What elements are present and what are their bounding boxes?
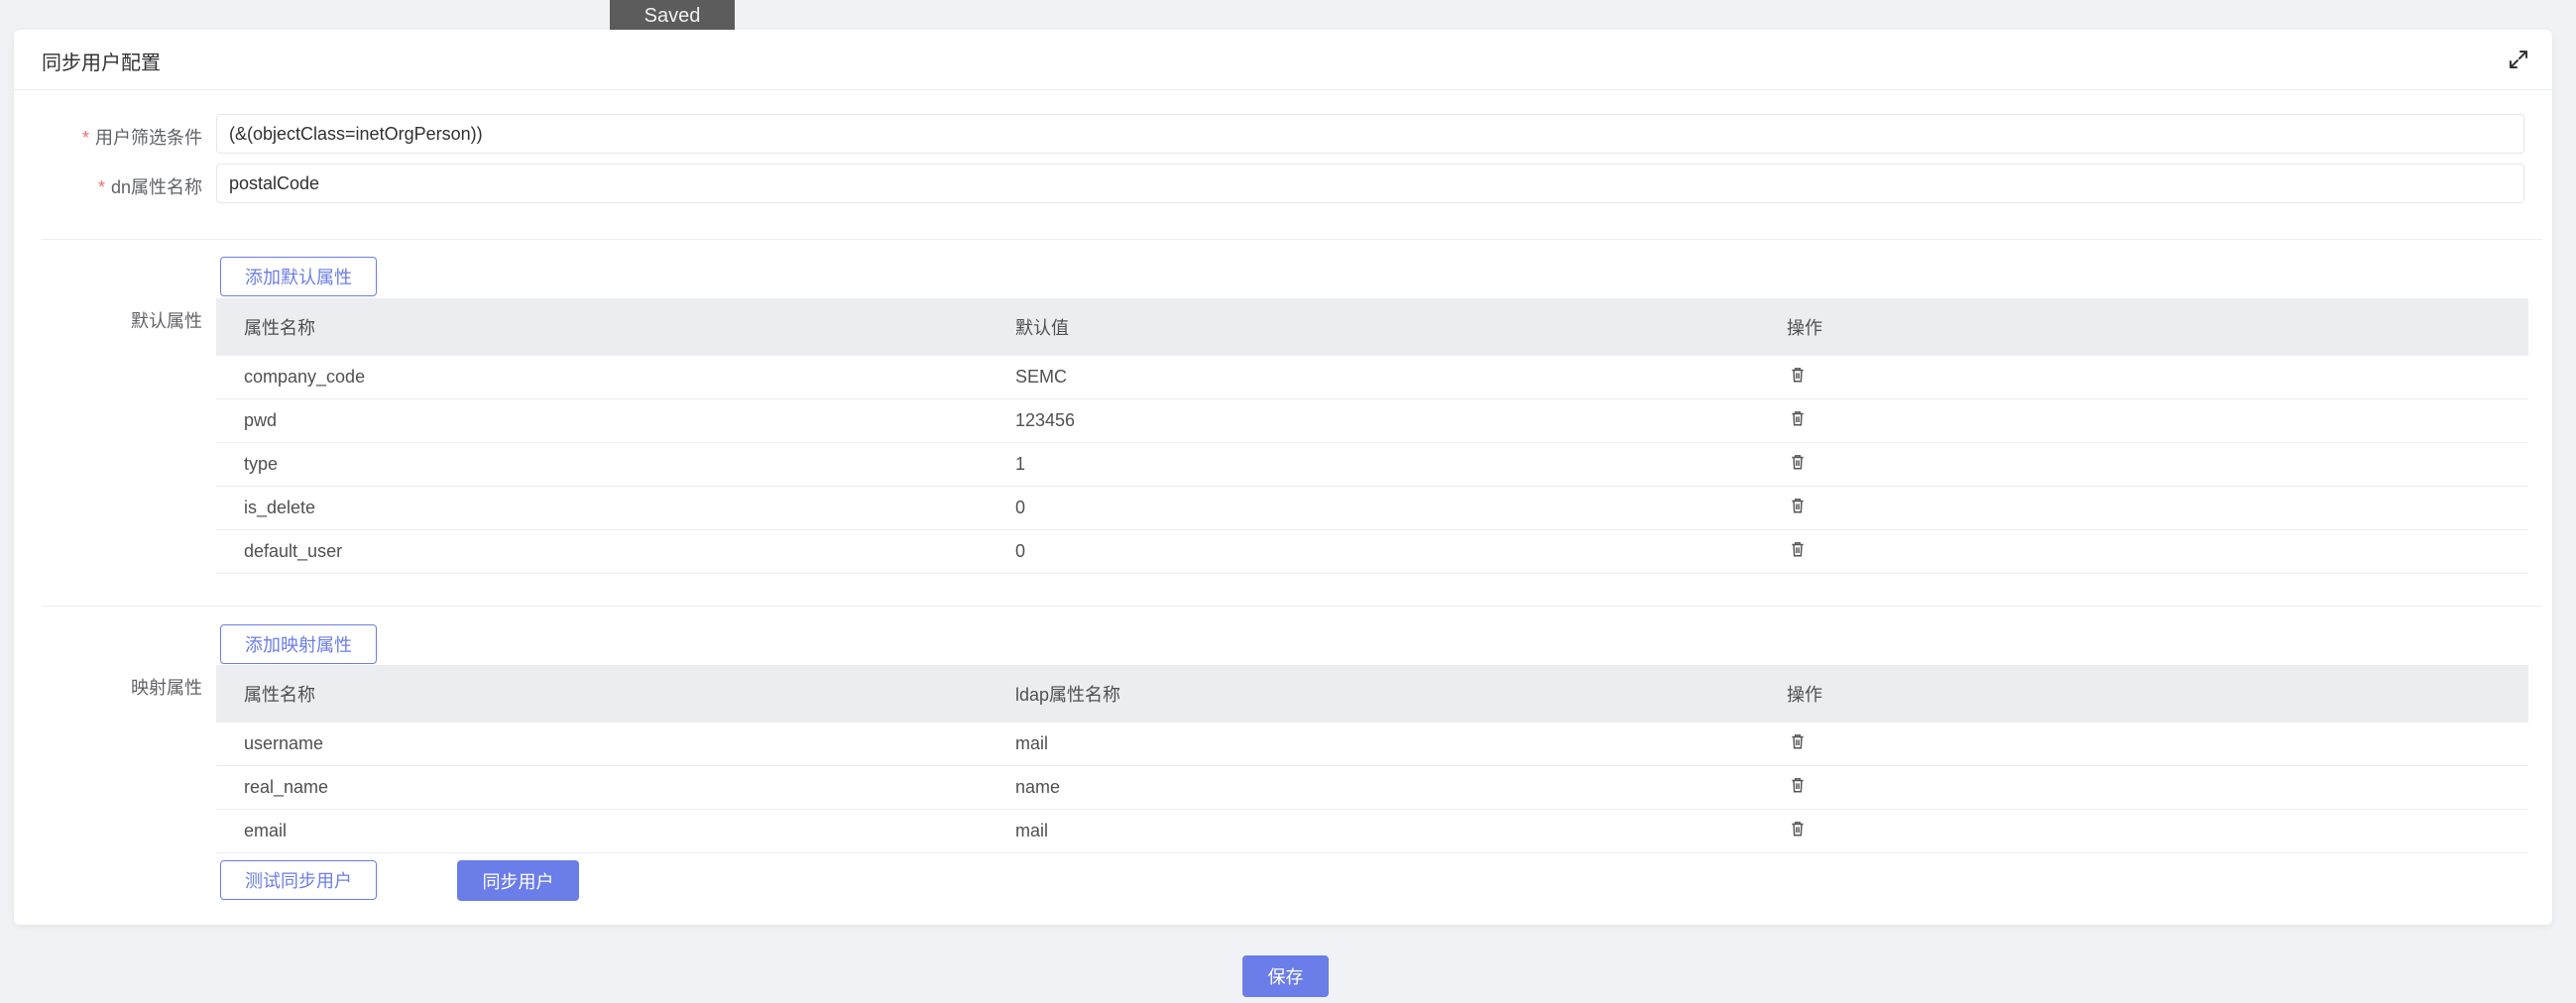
saved-toast: Saved <box>610 0 735 33</box>
cell-attr-name: is_delete <box>244 498 316 517</box>
cell-attr-name: pwd <box>244 410 278 430</box>
table-header: 属性名称 ldap属性名称 操作 <box>216 665 2528 723</box>
cell-action <box>1787 540 2481 563</box>
mapping-attrs-table: 属性名称 ldap属性名称 操作 username mail real_name… <box>216 665 2528 853</box>
cell-attr-name: email <box>244 821 288 840</box>
cell-ldap-name: mail <box>1015 733 1049 753</box>
cell-action <box>1787 409 2481 432</box>
dn-attr-label: * dn属性名称 <box>97 177 202 197</box>
cell-action <box>1787 776 2481 799</box>
section-divider <box>42 606 2542 607</box>
table-row: company_code SEMC <box>216 356 2528 399</box>
cell-action <box>1787 820 2481 842</box>
required-mark: * <box>97 177 105 197</box>
section-divider <box>42 239 2542 240</box>
trash-icon[interactable] <box>1789 453 1807 471</box>
trash-icon[interactable] <box>1789 776 1807 794</box>
sync-user-config-card: 同步用户配置 *用户筛选条件 *dn属性名称 添加默认属性 默认属性 属性名称 … <box>14 30 2552 925</box>
cell-ldap-name: mail <box>1015 821 1049 840</box>
table-row: email mail <box>216 810 2528 853</box>
filter-label: * 用户筛选条件 <box>81 128 202 148</box>
cell-attr-name: real_name <box>244 777 329 797</box>
column-header-action: 操作 <box>1787 318 1822 338</box>
default-attrs-table: 属性名称 默认值 操作 company_code SEMC pwd 123456… <box>216 298 2528 574</box>
expand-icon[interactable] <box>2507 48 2530 71</box>
filter-input[interactable] <box>216 114 2524 154</box>
trash-icon[interactable] <box>1789 732 1807 750</box>
cell-default-value: 0 <box>1015 498 1026 517</box>
card-header: 同步用户配置 <box>14 30 2552 90</box>
cell-default-value: 0 <box>1015 541 1026 561</box>
dn-attr-input[interactable] <box>216 164 2524 203</box>
trash-icon[interactable] <box>1789 820 1807 837</box>
cell-default-value: SEMC <box>1015 367 1068 387</box>
table-row: username mail <box>216 723 2528 766</box>
cell-default-value: 123456 <box>1015 410 1076 430</box>
table-row: default_user 0 <box>216 530 2528 574</box>
trash-icon[interactable] <box>1789 409 1807 427</box>
table-header: 属性名称 默认值 操作 <box>216 298 2528 356</box>
cell-attr-name: default_user <box>244 541 343 561</box>
column-header-action: 操作 <box>1787 685 1822 705</box>
cell-action <box>1787 497 2481 519</box>
trash-icon[interactable] <box>1789 540 1807 558</box>
trash-icon[interactable] <box>1789 366 1807 384</box>
trash-icon[interactable] <box>1789 497 1807 514</box>
required-mark: * <box>81 128 89 148</box>
table-row: type 1 <box>216 443 2528 487</box>
test-sync-users-button[interactable]: 测试同步用户 <box>220 860 377 900</box>
default-attrs-label: 默认属性 <box>131 311 202 331</box>
cell-attr-name: username <box>244 733 324 753</box>
cell-action <box>1787 453 2481 476</box>
column-header-name: 属性名称 <box>244 318 315 338</box>
cell-action <box>1787 732 2481 755</box>
save-button[interactable]: 保存 <box>1242 955 1329 997</box>
column-header-value: 默认值 <box>1015 318 1069 338</box>
cell-action <box>1787 366 2481 389</box>
column-header-ldap-name: ldap属性名称 <box>1015 685 1121 705</box>
card-title: 同步用户配置 <box>42 53 161 74</box>
column-header-name: 属性名称 <box>244 685 315 705</box>
cell-attr-name: company_code <box>244 367 366 387</box>
cell-ldap-name: name <box>1015 777 1061 797</box>
table-row: real_name name <box>216 766 2528 810</box>
table-row: pwd 123456 <box>216 399 2528 443</box>
mapping-attrs-label: 映射属性 <box>131 678 202 698</box>
sync-users-button[interactable]: 同步用户 <box>457 860 579 901</box>
cell-attr-name: type <box>244 454 279 474</box>
add-mapping-attr-button[interactable]: 添加映射属性 <box>220 624 377 664</box>
table-row: is_delete 0 <box>216 487 2528 530</box>
cell-default-value: 1 <box>1015 454 1026 474</box>
add-default-attr-button[interactable]: 添加默认属性 <box>220 257 377 296</box>
